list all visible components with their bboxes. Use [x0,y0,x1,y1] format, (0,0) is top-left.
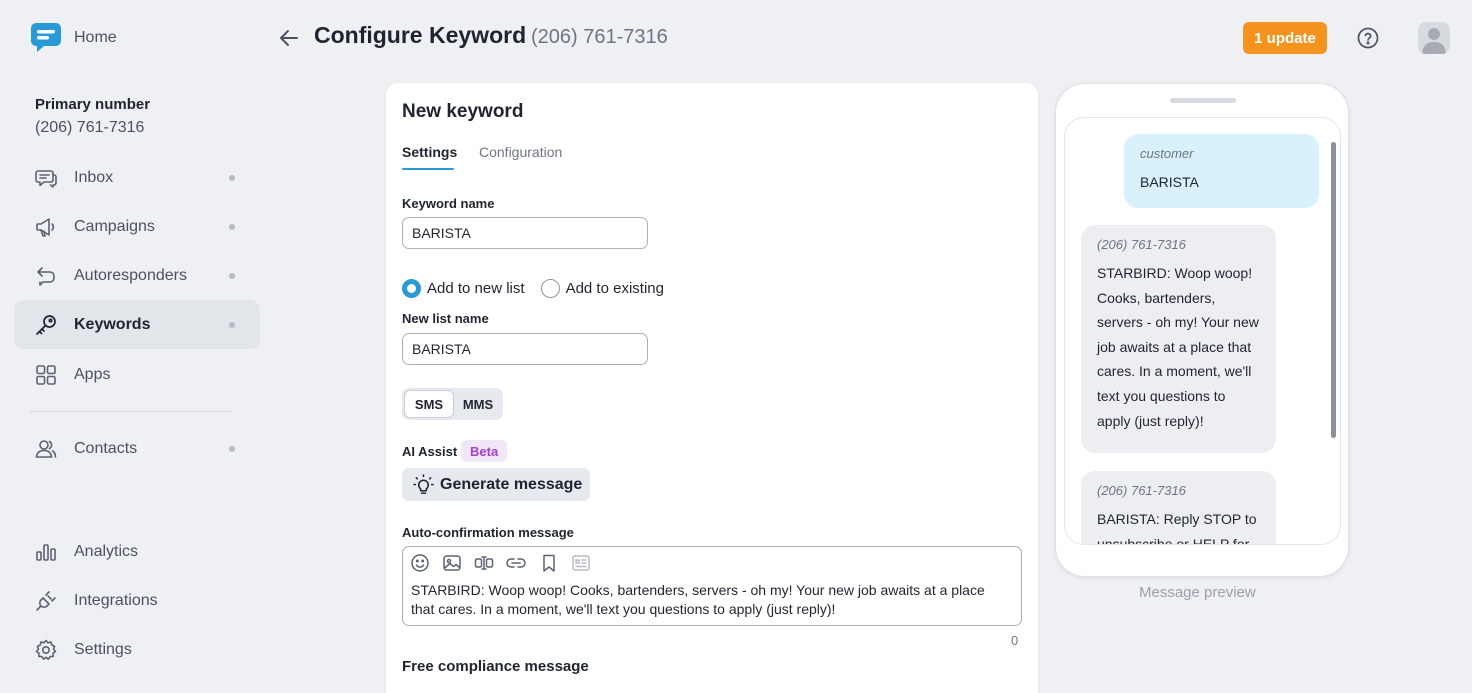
sidebar-item-label: Analytics [74,542,139,560]
compliance-message-label: Free compliance message [402,658,589,675]
active-tab-indicator [402,168,454,170]
lightbulb-icon [413,474,434,494]
sms-toggle-button[interactable]: SMS [405,391,453,417]
auto-confirmation-label: Auto-confirmation message [402,525,574,540]
message-preview-caption: Message preview [1139,584,1256,601]
business-message-bubble: (206) 761-7316 STARBIRD: Woop woop! Cook… [1081,225,1276,453]
beta-badge: Beta [461,440,508,462]
ai-assist-label: AI Assist [402,444,458,459]
sidebar: Home Primary number (206) 761-7316 Inbox… [0,0,270,693]
message-body: BARISTA: Reply STOP to unsubscribe or HE… [1097,511,1257,545]
sidebar-item-label: Contacts [74,439,138,457]
sidebar-item-integrations[interactable]: Integrations [14,576,260,625]
contacts-icon [34,437,58,461]
phone-preview: customer BARISTA (206) 761-7316 STARBIRD… [1055,83,1349,577]
plug-icon [34,589,58,613]
page-title: Configure Keyword [314,22,527,48]
user-avatar-icon [1418,22,1450,54]
sidebar-item-analytics[interactable]: Analytics [14,527,260,576]
template-icon[interactable] [571,553,591,573]
radio-label: Add to existing [565,280,664,297]
emoji-icon[interactable] [410,553,430,573]
sidebar-item-label: Settings [74,640,132,658]
gear-icon [34,638,58,662]
message-body: BARISTA [1140,174,1199,190]
update-button[interactable]: 1 update [1243,22,1327,54]
character-count: 0 [1011,633,1019,648]
status-dot [229,273,235,279]
card-title: New keyword [402,101,524,122]
link-icon[interactable] [506,553,526,573]
sidebar-item-label: Inbox [74,168,114,186]
radio-label: Add to new list [427,280,525,297]
auto-confirmation-text: STARBIRD: Woop woop! Cooks, bartenders, … [411,582,985,617]
sidebar-item-campaigns[interactable]: Campaigns [14,202,260,251]
help-icon[interactable] [1357,27,1379,49]
status-dot [229,224,235,230]
status-dot [229,446,235,452]
image-icon[interactable] [442,553,462,573]
sidebar-item-label: Autoresponders [74,266,187,284]
analytics-icon [34,540,58,564]
sidebar-item-autoresponders[interactable]: Autoresponders [14,251,260,300]
status-dot [229,322,235,328]
home-label: Home [74,29,117,46]
sidebar-divider [30,411,232,412]
apps-grid-icon [34,363,58,387]
message-sender: customer [1140,146,1194,161]
sidebar-item-label: Keywords [74,315,151,333]
keyword-name-input[interactable] [402,217,648,249]
bookmark-icon[interactable] [539,553,559,573]
sidebar-item-keywords[interactable]: Keywords [14,300,260,349]
auto-confirmation-editor[interactable]: STARBIRD: Woop woop! Cooks, bartenders, … [402,546,1022,626]
primary-number-block: Primary number (206) 761-7316 [35,96,150,137]
text-field-icon[interactable] [474,553,494,573]
message-body: STARBIRD: Woop woop! Cooks, bartenders, … [1097,265,1259,429]
business-message-bubble: (206) 761-7316 BARISTA: Reply STOP to un… [1081,471,1276,545]
home-link[interactable]: Home [30,21,117,54]
sidebar-item-label: Integrations [74,591,158,609]
status-dot [229,175,235,181]
generate-message-label: Generate message [440,475,583,493]
radio-add-existing[interactable]: Add to existing [540,279,664,298]
generate-message-button[interactable]: Generate message [402,468,590,501]
radio-unselected-indicator [540,279,560,298]
inbox-icon [34,166,58,190]
phone-screen[interactable]: customer BARISTA (206) 761-7316 STARBIRD… [1064,117,1341,545]
radio-add-new-list[interactable]: Add to new list [402,279,525,298]
message-sender: (206) 761-7316 [1097,483,1186,498]
megaphone-icon [34,215,58,239]
phone-speaker [1170,98,1236,103]
mms-toggle-button[interactable]: MMS [455,391,501,417]
message-type-toggle: SMS MMS [402,388,503,420]
keyword-name-label: Keyword name [402,196,495,211]
autoresponder-icon [34,264,58,288]
list-mode-radio-group: Add to new list Add to existing [402,279,680,298]
sidebar-item-label: Apps [74,365,111,383]
primary-number-label: Primary number [35,96,151,113]
sidebar-item-contacts[interactable]: Contacts [14,424,260,473]
tab-configuration[interactable]: Configuration [479,144,562,160]
message-sender: (206) 761-7316 [1097,237,1186,252]
preview-scrollbar[interactable] [1331,142,1336,438]
customer-message-bubble: customer BARISTA [1124,134,1319,208]
brand-logo-icon [31,23,61,52]
back-arrow-icon[interactable] [278,27,300,49]
keyword-form-card: New keyword Settings Configuration Keywo… [386,83,1038,693]
sidebar-item-apps[interactable]: Apps [14,350,260,399]
sidebar-item-settings[interactable]: Settings [14,625,260,674]
new-list-name-input[interactable] [402,333,648,365]
primary-number-value: (206) 761-7316 [35,119,145,136]
sidebar-item-label: Campaigns [74,217,155,235]
sidebar-item-inbox[interactable]: Inbox [14,153,260,202]
avatar[interactable] [1418,22,1450,54]
radio-selected-indicator [402,279,421,298]
tab-settings[interactable]: Settings [402,144,457,160]
new-list-name-label: New list name [402,311,489,326]
page-subtitle-number: (206) 761-7316 [531,26,668,48]
key-icon [34,313,58,337]
